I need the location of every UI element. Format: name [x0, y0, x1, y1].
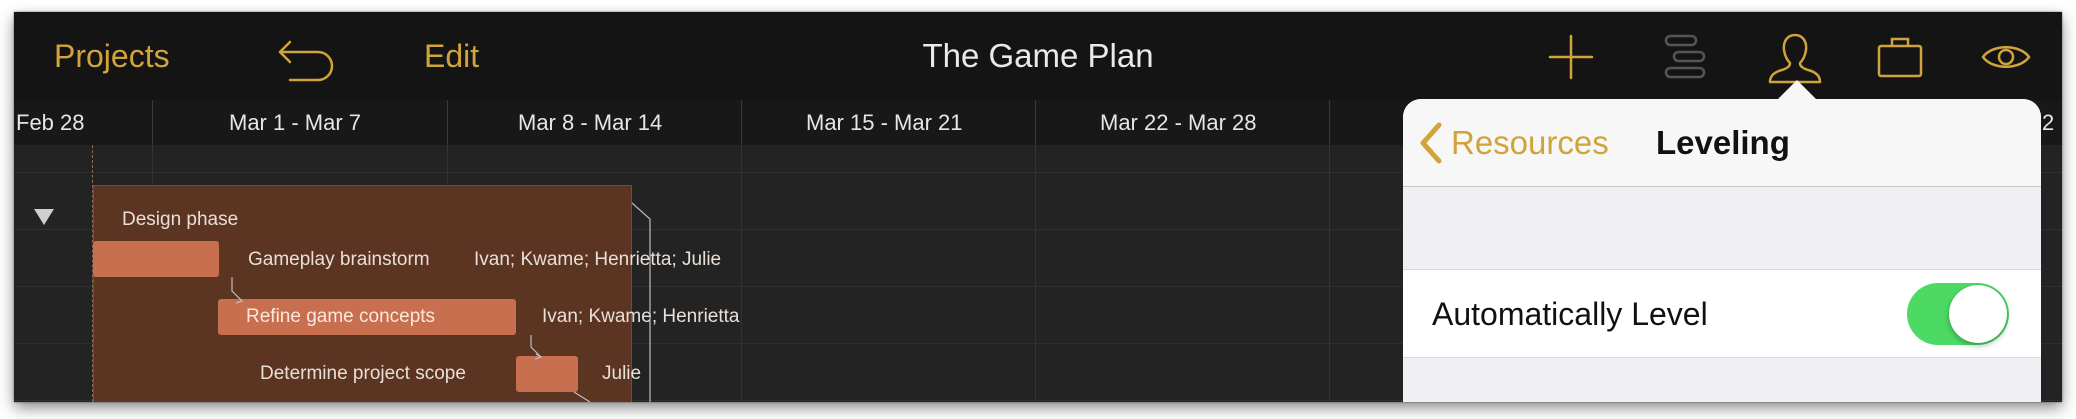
week-divider: [1329, 100, 1330, 145]
chevron-left-icon: [1420, 122, 1442, 164]
toggle-knob[interactable]: [1949, 285, 2007, 343]
resources-icon[interactable]: [1766, 32, 1824, 84]
briefcase-icon[interactable]: [1876, 32, 1924, 82]
week-divider: [447, 100, 448, 145]
timescale-label: Mar 8 - Mar 14: [518, 110, 663, 135]
automatically-level-row: Automatically Level: [1403, 269, 2041, 358]
week-divider: [152, 100, 153, 145]
document-title: The Game Plan: [922, 37, 1154, 74]
week-divider: [741, 100, 742, 145]
back-button-label: Resources: [1451, 124, 1609, 161]
timescale-label: Mar 1 - Mar 7: [229, 110, 362, 135]
timescale-label: Mar 15 - Mar 21: [806, 110, 963, 135]
timescale-label: Feb 28: [16, 110, 85, 135]
timescale-label: Mar 22 - Mar 28: [1100, 110, 1257, 135]
add-icon[interactable]: [1546, 32, 1596, 82]
timescale-label-cut: 2: [2042, 110, 2055, 135]
setting-label: Automatically Level: [1432, 296, 1708, 332]
toolbar: Projects Edit The Game Plan: [14, 12, 2062, 100]
gantt-view-icon[interactable]: [1662, 32, 1708, 82]
app-window: Projects Edit The Game Plan Feb 28 Mar 1…: [14, 12, 2062, 402]
popover-nav-bar: Resources Leveling: [1403, 99, 2041, 187]
eye-icon[interactable]: [1980, 32, 2032, 82]
automatically-level-toggle[interactable]: [1907, 283, 2009, 345]
popover-title: Leveling: [1656, 124, 1790, 161]
popover-arrow: [1777, 80, 1817, 100]
week-divider: [1035, 100, 1036, 145]
back-button[interactable]: Resources: [1417, 119, 1609, 167]
leveling-popover: Resources Leveling Automatically Level: [1403, 99, 2041, 402]
